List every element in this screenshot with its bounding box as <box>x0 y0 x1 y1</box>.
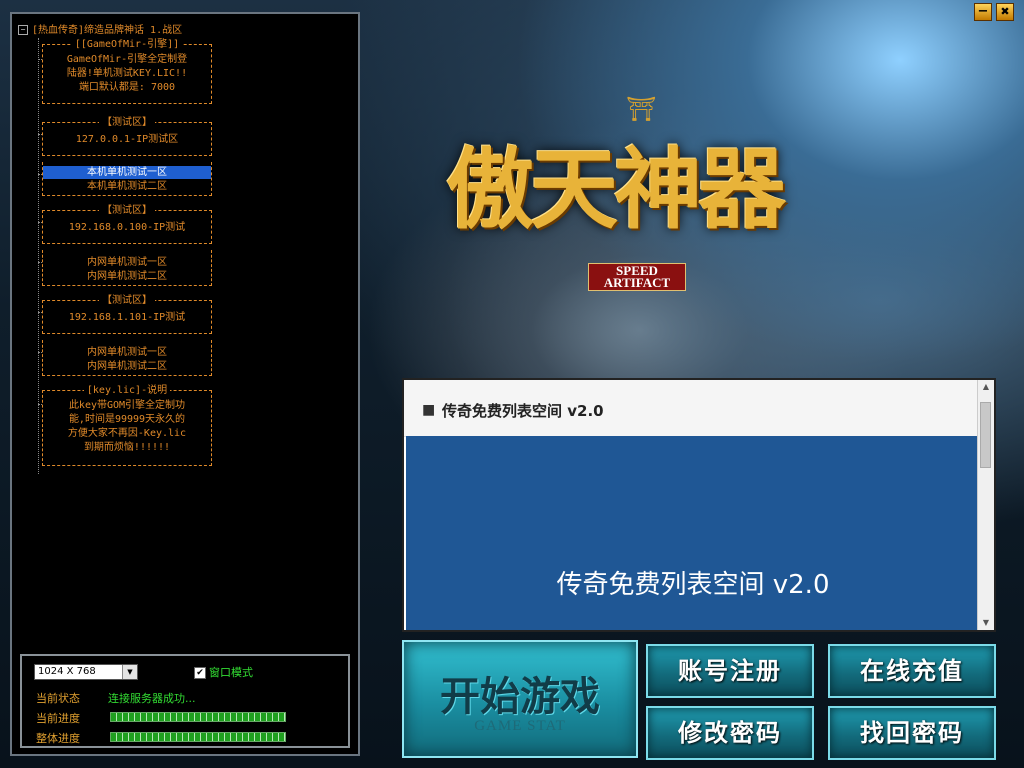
browser-header-title: 传奇免费列表空间 v2.0 <box>442 402 604 420</box>
tree-group-title: [key.lic]-说明 <box>83 385 171 396</box>
register-account-button[interactable]: 账号注册 <box>646 644 814 698</box>
tree-item[interactable]: 端口默认都是: 7000 <box>47 81 207 94</box>
server-tree-panel: − [热血传奇]缔造品牌神话 1.战区 [[GameOfMir-引擎]] Game… <box>10 12 360 756</box>
overall-progress-fill <box>111 733 285 741</box>
start-game-label: 开始游戏 <box>440 673 600 720</box>
window-mode-label: 窗口模式 <box>209 666 253 679</box>
tree-group-key-info: [key.lic]-说明 此key带GOM引擎全定制功 能,时间是99999天永… <box>42 385 212 466</box>
scroll-thumb[interactable] <box>980 402 991 468</box>
online-recharge-button[interactable]: 在线充值 <box>828 644 996 698</box>
tree-item[interactable]: 192.168.1.101-IP测试 <box>47 311 207 324</box>
tree-item-selected[interactable]: 本机单机测试一区 <box>43 166 211 179</box>
tree-item[interactable]: 本机单机测试二区 <box>47 180 207 193</box>
collapse-icon[interactable]: − <box>18 25 28 35</box>
tree-group-test-lan0: 【测试区】 192.168.0.100-IP测试 <box>42 205 212 244</box>
overall-progress-bar <box>110 732 286 742</box>
tree-item[interactable]: 192.168.0.100-IP测试 <box>47 221 207 234</box>
server-tree: − [热血传奇]缔造品牌神话 1.战区 [[GameOfMir-引擎]] Game… <box>18 24 354 474</box>
server-list-browser: ■ 传奇免费列表空间 v2.0 传奇免费列表空间 v2.0 ▲ ▼ <box>402 378 996 632</box>
tree-item[interactable]: 到期而烦恼!!!!!! <box>47 441 207 454</box>
overall-progress-label: 整体进度 <box>36 732 80 745</box>
tree-item[interactable]: 此key带GOM引擎全定制功 <box>47 399 207 412</box>
start-game-button[interactable]: 开始游戏 GAME STAT <box>402 640 638 758</box>
logo-subtitle: SPEED ARTIFACT <box>588 263 686 291</box>
tree-item[interactable]: GameOfMir-引擎全定制登 <box>47 53 207 66</box>
resolution-value: 1024 X 768 <box>38 666 96 677</box>
tree-group-title: [[GameOfMir-引擎]] <box>71 39 183 50</box>
logo-title: 傲天神器 <box>446 137 786 241</box>
browser-body: 传奇免费列表空间 v2.0 <box>406 436 980 630</box>
tree-item[interactable]: 内网单机测试一区 <box>47 346 207 359</box>
minimize-button[interactable]: − <box>974 3 992 21</box>
resolution-select[interactable]: 1024 X 768 ▼ <box>34 664 138 680</box>
tree-item[interactable]: 127.0.0.1-IP测试区 <box>47 133 207 146</box>
browser-header: ■ 传奇免费列表空间 v2.0 <box>404 380 980 437</box>
tree-group-local-servers: 本机单机测试一区 本机单机测试二区 <box>42 162 212 196</box>
current-progress-label: 当前进度 <box>36 712 80 725</box>
launcher-options: 1024 X 768 ▼ ✔ 窗口模式 当前状态 连接服务器成功... 当前进度 … <box>20 654 350 748</box>
change-password-button[interactable]: 修改密码 <box>646 706 814 760</box>
tree-group-title: 【测试区】 <box>99 117 155 128</box>
tree-item[interactable]: 内网单机测试二区 <box>47 360 207 373</box>
tree-item[interactable]: 陆器!单机测试KEY.LIC!! <box>47 67 207 80</box>
logo-subtitle-line2: ARTIFACT <box>603 275 671 290</box>
tree-item[interactable]: 内网单机测试二区 <box>47 270 207 283</box>
recover-password-button[interactable]: 找回密码 <box>828 706 996 760</box>
tree-item[interactable]: 内网单机测试一区 <box>47 256 207 269</box>
tree-group-test-lan1: 【测试区】 192.168.1.101-IP测试 <box>42 295 212 334</box>
tree-root[interactable]: − [热血传奇]缔造品牌神话 1.战区 <box>18 24 182 37</box>
tree-group-lan0-servers: 内网单机测试一区 内网单机测试二区 <box>42 250 212 286</box>
tree-item[interactable]: 能,时间是99999天永久的 <box>47 413 207 426</box>
tree-item[interactable]: 方便大家不再因-Key.lic <box>47 427 207 440</box>
scroll-up-icon[interactable]: ▲ <box>978 380 994 394</box>
start-game-sublabel: GAME STAT <box>474 718 566 734</box>
close-button[interactable]: ✖ <box>996 3 1014 21</box>
game-logo: ⛩ 傲天神器 SPEED ARTIFACT <box>440 95 880 335</box>
tree-guide-line <box>38 38 39 474</box>
current-progress-fill <box>111 713 285 721</box>
browser-scrollbar[interactable]: ▲ ▼ <box>977 380 994 630</box>
tree-group-lan1-servers: 内网单机测试一区 内网单机测试二区 <box>42 340 212 376</box>
status-text: 连接服务器成功... <box>108 692 196 705</box>
tree-group-test-local: 【测试区】 127.0.0.1-IP测试区 <box>42 117 212 156</box>
tree-group-engine: [[GameOfMir-引擎]] GameOfMir-引擎全定制登 陆器!单机测… <box>42 39 212 104</box>
tree-group-title: 【测试区】 <box>99 205 155 216</box>
chevron-down-icon[interactable]: ▼ <box>122 665 137 679</box>
window-mode-checkbox[interactable]: ✔ 窗口模式 <box>194 664 253 680</box>
browser-body-title: 传奇免费列表空间 v2.0 <box>556 570 830 600</box>
status-label: 当前状态 <box>36 692 80 705</box>
checkbox-check-icon[interactable]: ✔ <box>194 667 206 679</box>
tree-group-title: 【测试区】 <box>99 295 155 306</box>
current-progress-bar <box>110 712 286 722</box>
tree-root-label: [热血传奇]缔造品牌神话 1.战区 <box>32 25 183 36</box>
document-icon: ■ <box>422 402 436 418</box>
scroll-down-icon[interactable]: ▼ <box>978 616 994 630</box>
